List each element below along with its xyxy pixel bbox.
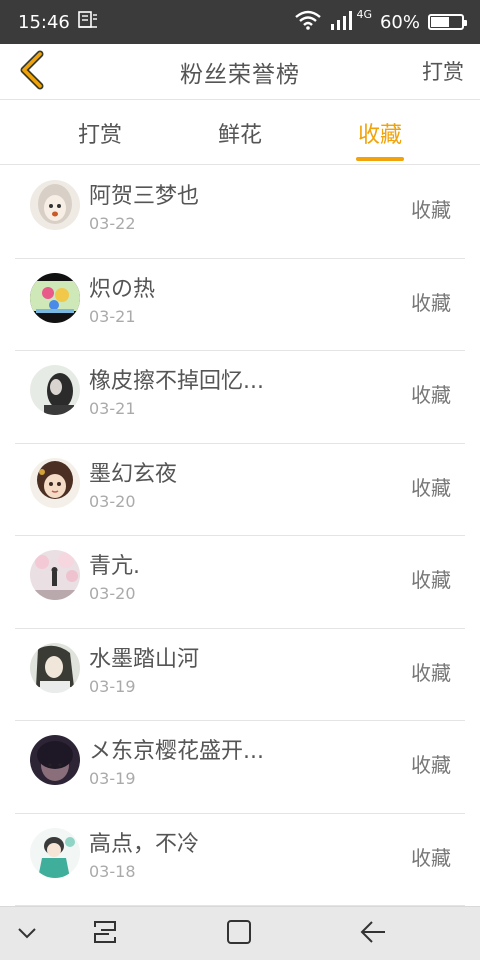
- header-reward-button[interactable]: 打赏: [422, 56, 464, 86]
- status-time: 15:46: [18, 11, 70, 33]
- tab-bar: 打赏 鲜花 收藏: [0, 101, 480, 165]
- fan-action-label: 收藏: [411, 568, 451, 592]
- chevron-down-icon: [16, 925, 38, 944]
- network-type: 4G: [356, 7, 372, 21]
- avatar: [30, 642, 80, 693]
- hide-nav-button[interactable]: [10, 917, 44, 951]
- fan-name: 橡皮擦不掉回忆...: [89, 369, 264, 394]
- fan-name: 墨幻玄夜: [89, 461, 178, 487]
- tab-label: 打赏: [77, 123, 122, 148]
- fan-date: 03-21: [89, 399, 136, 418]
- fan-name: 炽の热: [89, 276, 156, 302]
- fan-name: 青亢.: [89, 554, 140, 579]
- list-item[interactable]: 高点，不冷 03-18 收藏: [15, 814, 465, 906]
- fan-action-label: 收藏: [411, 845, 451, 870]
- fan-name: 阿贺三梦也: [89, 184, 200, 209]
- chevron-left-icon: [18, 50, 46, 94]
- avatar: [30, 550, 80, 600]
- avatar: [30, 272, 80, 323]
- avatar: [30, 827, 80, 878]
- list-item[interactable]: 炽の热 03-21 收藏: [15, 259, 465, 351]
- list-item[interactable]: メ东京樱花盛开... 03-19 收藏: [15, 721, 465, 814]
- fan-name: 高点，不冷: [89, 831, 200, 857]
- fan-date: 03-22: [89, 214, 136, 233]
- navigation-bar: [0, 906, 480, 960]
- battery-icon: [428, 14, 467, 30]
- notification-icon: [78, 10, 98, 34]
- back-arrow-icon: [358, 919, 388, 949]
- recent-apps-button[interactable]: [88, 917, 122, 951]
- fan-date: 03-20: [89, 584, 136, 603]
- status-bar: 15:46 4G 60%: [0, 0, 480, 44]
- list-item[interactable]: 橡皮擦不掉回忆... 03-21 收藏: [15, 351, 465, 444]
- avatar: [30, 180, 80, 230]
- fan-action-label: 收藏: [411, 660, 451, 685]
- tab-label: 收藏: [357, 123, 402, 148]
- signal-icon: [330, 10, 354, 35]
- fan-date: 03-20: [89, 491, 136, 511]
- page-title: 粉丝荣誉榜: [180, 61, 300, 88]
- wifi-icon: [294, 10, 322, 35]
- fan-action-label: 收藏: [411, 753, 451, 777]
- fan-action-label: 收藏: [411, 475, 451, 500]
- tab-reward[interactable]: 打赏: [30, 101, 170, 165]
- home-button[interactable]: [222, 917, 256, 951]
- tab-active-indicator: [356, 157, 404, 161]
- fan-action-label: 收藏: [411, 198, 451, 222]
- avatar: [30, 735, 80, 785]
- fan-date: 03-19: [89, 676, 136, 696]
- fan-date: 03-19: [89, 769, 136, 788]
- recent-apps-icon: [91, 919, 119, 949]
- tab-flowers[interactable]: 鲜花: [170, 101, 310, 165]
- tab-favorites[interactable]: 收藏: [310, 101, 450, 165]
- fan-date: 03-18: [89, 861, 136, 881]
- fan-list: 阿贺三梦也 03-22 收藏 炽の热 03-21 收藏 橡皮擦不掉回忆... 0…: [0, 166, 480, 906]
- back-button[interactable]: [10, 50, 54, 94]
- fan-action-label: 收藏: [411, 383, 451, 407]
- battery-percent: 60%: [379, 11, 420, 33]
- list-item[interactable]: 水墨踏山河 03-19 收藏: [15, 629, 465, 721]
- list-item[interactable]: 阿贺三梦也 03-22 收藏: [15, 166, 465, 259]
- header: 粉丝荣誉榜 打赏: [0, 44, 480, 100]
- avatar: [30, 457, 80, 508]
- list-item[interactable]: 墨幻玄夜 03-20 收藏: [15, 444, 465, 536]
- back-nav-button[interactable]: [356, 917, 390, 951]
- fan-name: 水墨踏山河: [89, 646, 200, 672]
- list-item[interactable]: 青亢. 03-20 收藏: [15, 536, 465, 629]
- avatar: [30, 365, 80, 415]
- fan-name: メ东京樱花盛开...: [89, 739, 264, 764]
- tab-label: 鲜花: [217, 123, 262, 148]
- fan-date: 03-21: [89, 306, 136, 326]
- home-icon: [225, 918, 253, 950]
- fan-action-label: 收藏: [411, 290, 451, 315]
